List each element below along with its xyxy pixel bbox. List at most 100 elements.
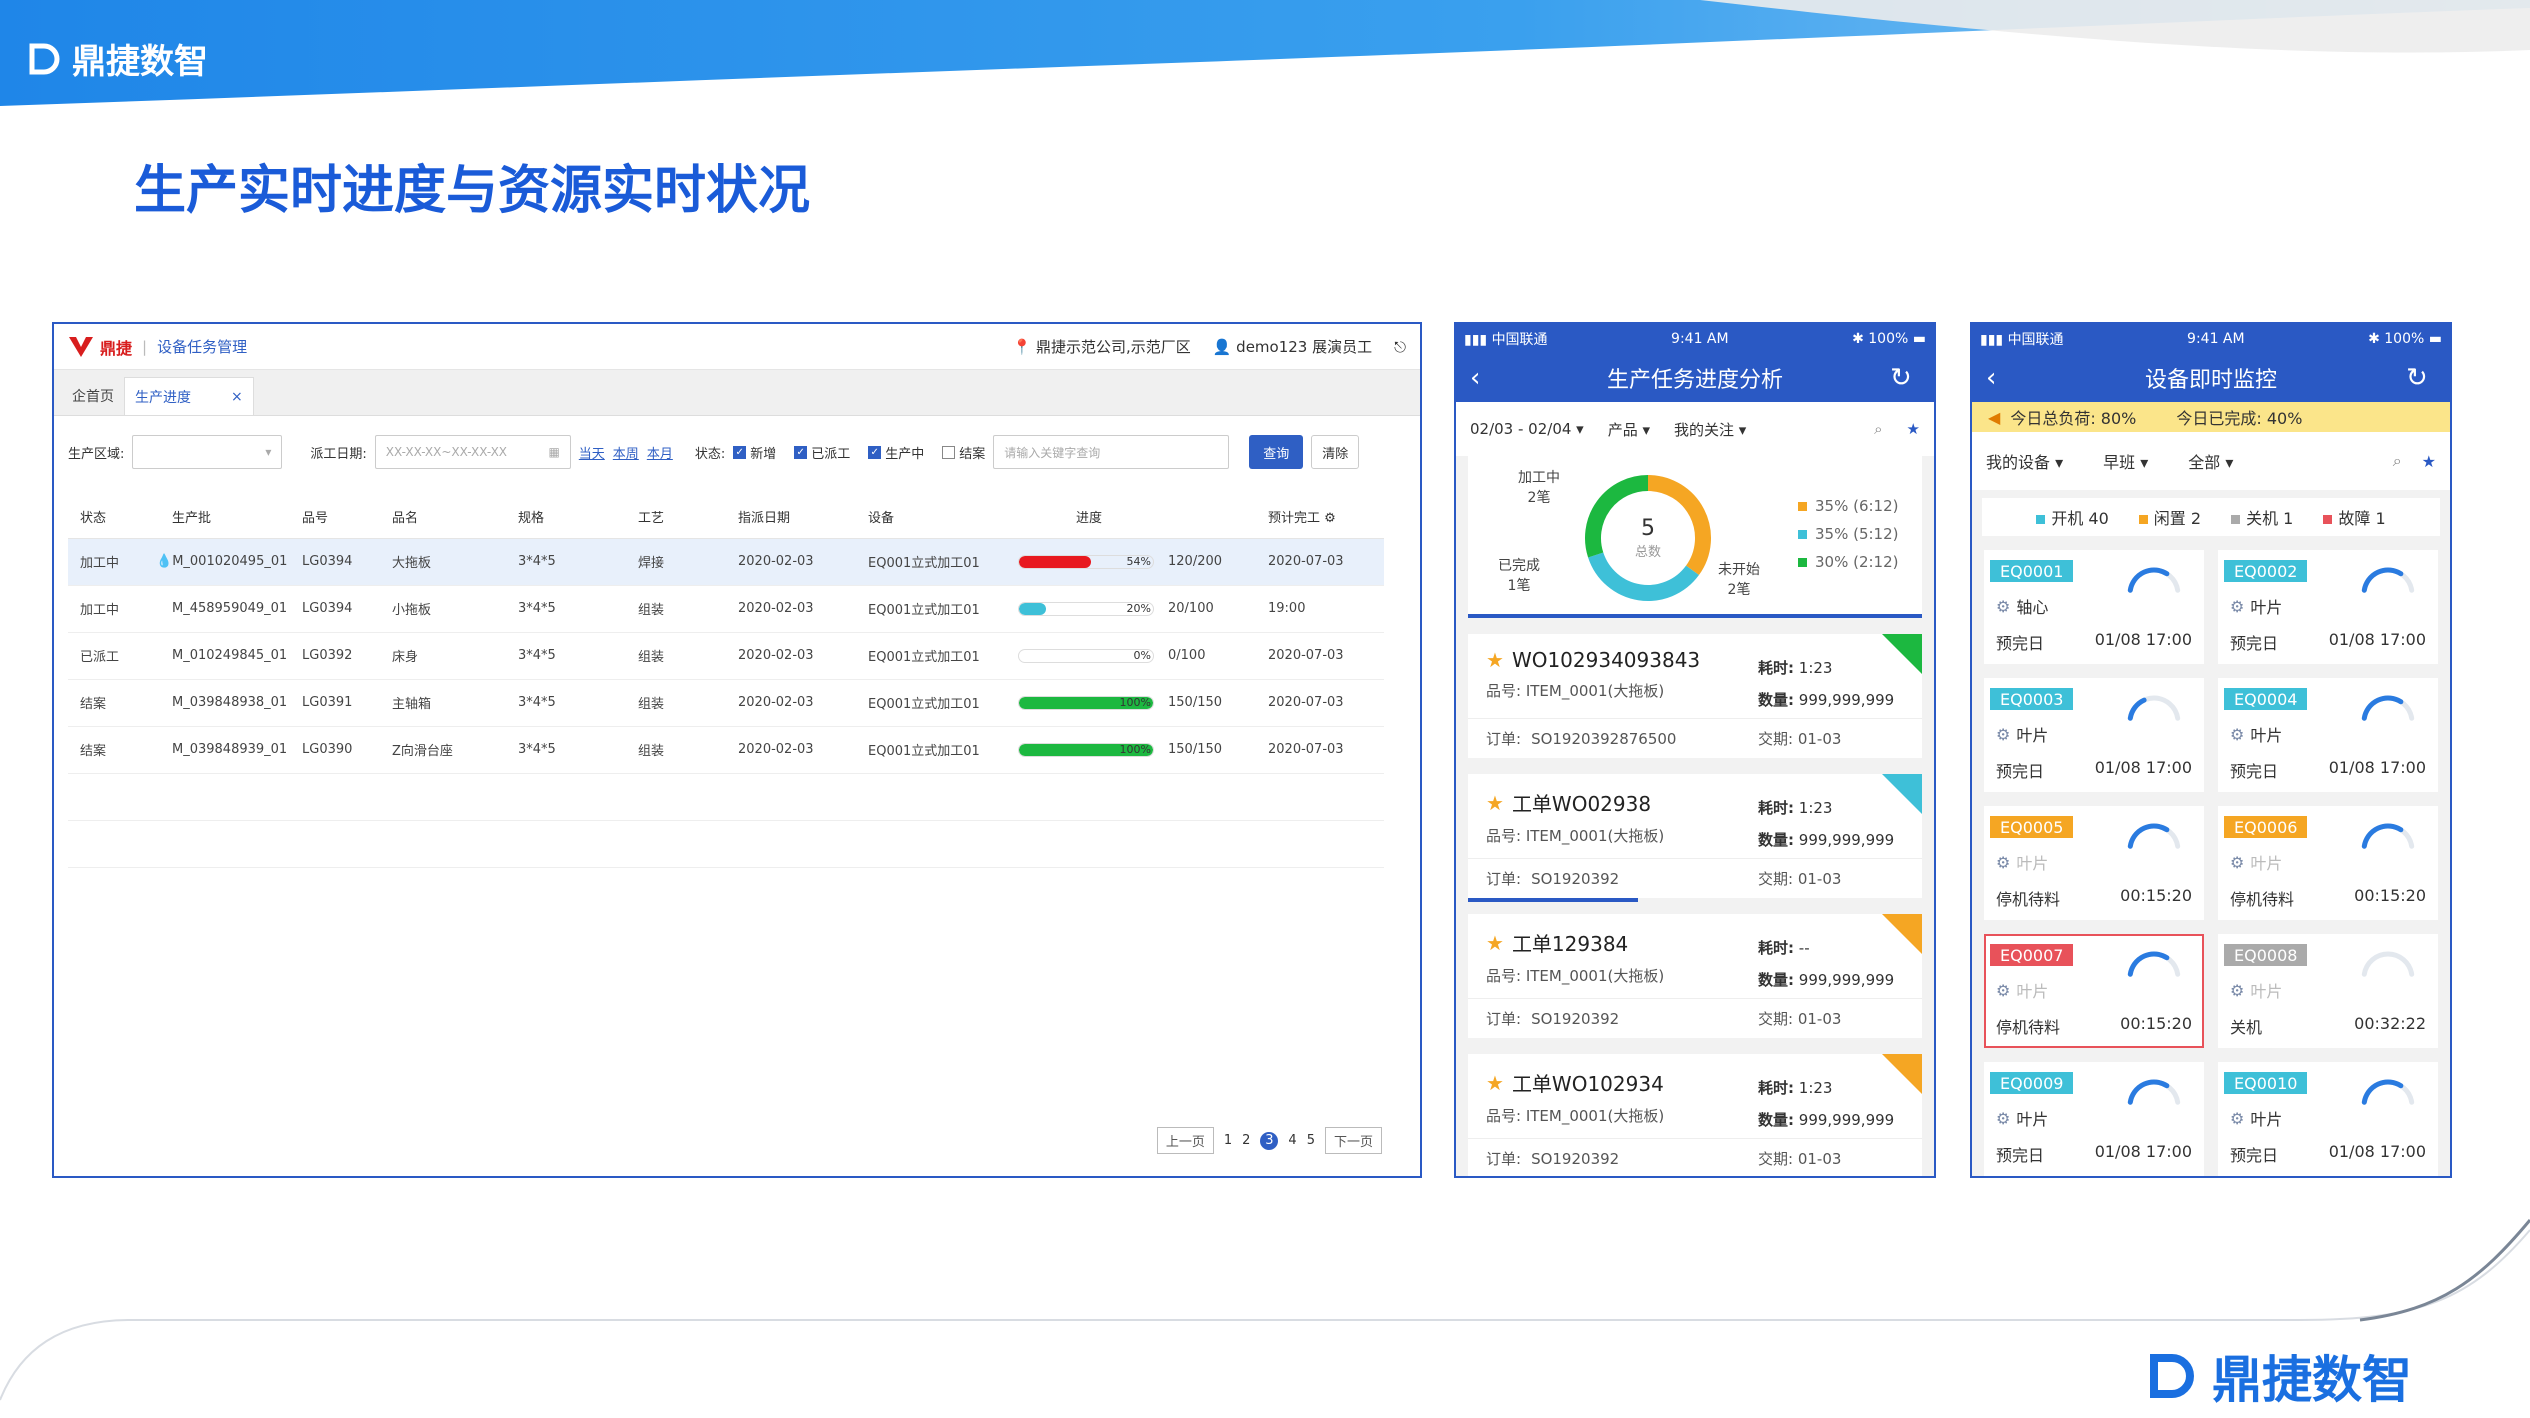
quick-week-link[interactable]: 本周 xyxy=(613,443,639,462)
cell-text: EQ001立式加工01 xyxy=(868,744,980,759)
keyword-search-input[interactable]: 请输入关键字查询 xyxy=(993,435,1230,469)
page-2-button[interactable]: 2 xyxy=(1242,1133,1250,1148)
checkbox-checked-icon: ✓ xyxy=(868,445,882,459)
state-filter[interactable]: 全部 ▾ xyxy=(2188,449,2233,473)
next-page-button[interactable]: 下一页 xyxy=(1324,1127,1382,1154)
product-filter[interactable]: 产品 ▾ xyxy=(1608,419,1650,440)
table-row[interactable]: 结案 M_039848939_01 LG0390 Z向滑台座 3*4*5 组装 2020-0… xyxy=(68,726,1384,774)
shift-filter[interactable]: 早班 ▾ xyxy=(2103,449,2148,473)
device-state: 停机待料 xyxy=(1996,1018,2061,1037)
time-label: 耗时: xyxy=(1758,1079,1794,1097)
my-devices-filter[interactable]: 我的设备 ▾ xyxy=(1986,449,2063,473)
status-checkbox-closed[interactable]: 结案 xyxy=(942,443,985,462)
status-checkbox-producing[interactable]: ✓ 生产中 xyxy=(868,443,924,462)
device-card[interactable]: EQ0001 ⚙ 轴心 预完日 01/08 17:00 xyxy=(1984,550,2204,664)
state-legend-item[interactable]: 开机 40 xyxy=(2036,505,2109,529)
device-card[interactable]: EQ0002 ⚙ 叶片 预完日 01/08 17:00 xyxy=(2218,550,2438,664)
gauge-fill xyxy=(2361,695,2404,721)
user-menu[interactable]: 👤 demo123 展演员工 xyxy=(1213,336,1372,357)
device-code-badge: EQ0001 xyxy=(1990,560,2074,582)
state-legend-item[interactable]: 闲置 2 xyxy=(2138,505,2201,529)
star-icon[interactable]: ★ xyxy=(2422,452,2436,471)
device-time: 00:15:20 xyxy=(2120,886,2192,905)
cell-text: 3*4*5 xyxy=(518,742,556,757)
cell-text: 3*4*5 xyxy=(518,601,556,616)
page-5-button[interactable]: 5 xyxy=(1307,1133,1315,1148)
phone-device-monitor: ▮▮▮ 中国联通 9:41 AM ✱ 100% ▬ ‹ 设备即时监控 ↻ ◀ 今… xyxy=(1970,322,2452,1178)
cell-text: 加工中 xyxy=(80,556,120,571)
page-1-button[interactable]: 1 xyxy=(1224,1133,1232,1148)
prev-page-button[interactable]: 上一页 xyxy=(1156,1127,1214,1154)
device-card[interactable]: EQ0010 ⚙ 叶片 预完日 01/08 17:00 xyxy=(2218,1062,2438,1176)
table-row[interactable]: 已派工 M_010249845_01 LG0392 床身 3*4*5 组装 2020-02-… xyxy=(68,632,1384,680)
tab-home[interactable]: 企首页 xyxy=(62,377,124,415)
search-icon[interactable]: ⌕ xyxy=(1874,420,1882,438)
donut-label-done: 已完成 1笔 xyxy=(1498,558,1540,594)
device-part: ⚙ 轴心 xyxy=(1996,594,2048,618)
clear-button[interactable]: 清除 xyxy=(1311,435,1360,469)
cell-text: EQ001立式加工01 xyxy=(868,650,980,665)
part-icon: ⚙ xyxy=(1996,1108,2011,1128)
tab-close-icon[interactable]: × xyxy=(231,389,243,405)
back-icon[interactable]: ‹ xyxy=(1986,363,2016,393)
page-4-button[interactable]: 4 xyxy=(1288,1133,1296,1148)
query-button[interactable]: 查询 xyxy=(1249,435,1304,469)
logout-icon[interactable]: ⎋ xyxy=(1394,338,1406,356)
area-select[interactable]: ▾ xyxy=(132,435,283,469)
cell-date: 2020-02-03 xyxy=(726,585,856,633)
table-row[interactable]: 结案 M_039848938_01 LG0391 主轴箱 3*4*5 组装 2020-02-… xyxy=(68,679,1384,727)
star-icon[interactable]: ★ xyxy=(1907,420,1920,438)
device-card[interactable]: EQ0006 ⚙ 叶片 停机待料 00:15:20 xyxy=(2218,806,2438,920)
due-value: 01-03 xyxy=(1797,870,1842,888)
state-legend-item[interactable]: 关机 1 xyxy=(2231,505,2293,529)
cell-part-no: LG0394 xyxy=(290,538,380,586)
device-card[interactable]: EQ0005 ⚙ 叶片 停机待料 00:15:20 xyxy=(1984,806,2204,920)
location-selector[interactable]: 📍 鼎捷示范公司,示范厂区 xyxy=(1012,336,1190,357)
web-logo[interactable]: 鼎捷 xyxy=(68,335,132,359)
task-card[interactable]: ★ 工单129384 品号: ITEM_0001(大拖板) 耗时: -- 数量: … xyxy=(1468,914,1922,1038)
page-3-button-current[interactable]: 3 xyxy=(1260,1131,1279,1150)
cell-device: EQ001立式加工01 xyxy=(856,585,1006,633)
cell-batch: M_039848939_01 xyxy=(160,726,290,774)
device-card[interactable]: EQ0007 ⚙ 叶片 停机待料 00:15:20 xyxy=(1984,934,2204,1048)
state-legend-item[interactable]: 故障 1 xyxy=(2323,505,2386,529)
progress-percent: 54% xyxy=(1126,554,1151,568)
device-card[interactable]: EQ0003 ⚙ 叶片 预完日 01/08 17:00 xyxy=(1984,678,2204,792)
qty-value: 999,999,999 xyxy=(1798,831,1895,849)
refresh-icon[interactable]: ↻ xyxy=(2406,363,2436,393)
task-order-row: 订单: SO1920392 交期: 01-03 xyxy=(1468,998,1922,1038)
brand-name-top: 鼎捷数智 xyxy=(72,42,208,82)
device-gauge xyxy=(2127,567,2181,593)
quick-today-link[interactable]: 当天 xyxy=(579,443,605,462)
gauge-track xyxy=(2361,1079,2415,1105)
settings-gear-icon[interactable]: ⚙ xyxy=(1324,511,1336,526)
task-card[interactable]: ★ 工单WO02938 品号: ITEM_0001(大拖板) 耗时: 1:23 数… xyxy=(1468,774,1922,902)
refresh-icon[interactable]: ↻ xyxy=(1890,363,1920,393)
cell-progress: 100% 150/150 xyxy=(1006,679,1256,727)
device-card[interactable]: EQ0004 ⚙ 叶片 预完日 01/08 17:00 xyxy=(2218,678,2438,792)
back-icon[interactable]: ‹ xyxy=(1470,363,1500,393)
task-card[interactable]: ★ WO102934093843 品号: ITEM_0001(大拖板) 耗时: 1… xyxy=(1468,634,1922,758)
table-header-row: 状态 生产批 品号 品名 规格 工艺 指派日期 设备 进度 预计完工 ⚙ xyxy=(68,496,1384,539)
progress-bar: 100% xyxy=(1018,742,1154,757)
header-divider: | xyxy=(142,337,148,356)
date-range-input[interactable]: XX-XX-XX~XX-XX-XX ▦ xyxy=(374,435,571,469)
date-range-filter[interactable]: 02/03 - 02/04 ▾ xyxy=(1470,420,1584,438)
gauge-fill xyxy=(2127,1079,2170,1105)
star-icon: ★ xyxy=(1486,1070,1504,1095)
part-icon: ⚙ xyxy=(1996,596,2011,616)
tab-production-progress[interactable]: 生产进度 × xyxy=(124,377,254,415)
device-state: 预完日 xyxy=(1996,762,2045,781)
search-icon[interactable]: ⌕ xyxy=(2393,451,2402,471)
table-row[interactable]: 加工中 💧M_001020495_01 LG0394 大拖板 3*4*5 焊接 2020-0… xyxy=(68,538,1384,586)
favorites-filter[interactable]: 我的关注 ▾ xyxy=(1674,419,1746,440)
cell-device: EQ001立式加工01 xyxy=(856,726,1006,774)
table-row[interactable]: 加工中 M_458959049_01 LG0394 小拖板 3*4*5 组装 2020-02… xyxy=(68,585,1384,633)
status-checkbox-new[interactable]: ✓ 新增 xyxy=(733,443,776,462)
status-checkbox-dispatched[interactable]: ✓ 已派工 xyxy=(794,443,850,462)
device-card[interactable]: EQ0009 ⚙ 叶片 预完日 01/08 17:00 xyxy=(1984,1062,2204,1176)
device-card[interactable]: EQ0008 ⚙ 叶片 关机 00:32:22 xyxy=(2218,934,2438,1048)
star-icon: ★ xyxy=(1486,930,1504,955)
quick-month-link[interactable]: 本月 xyxy=(647,443,673,462)
device-code-badge: EQ0007 xyxy=(1990,944,2074,966)
